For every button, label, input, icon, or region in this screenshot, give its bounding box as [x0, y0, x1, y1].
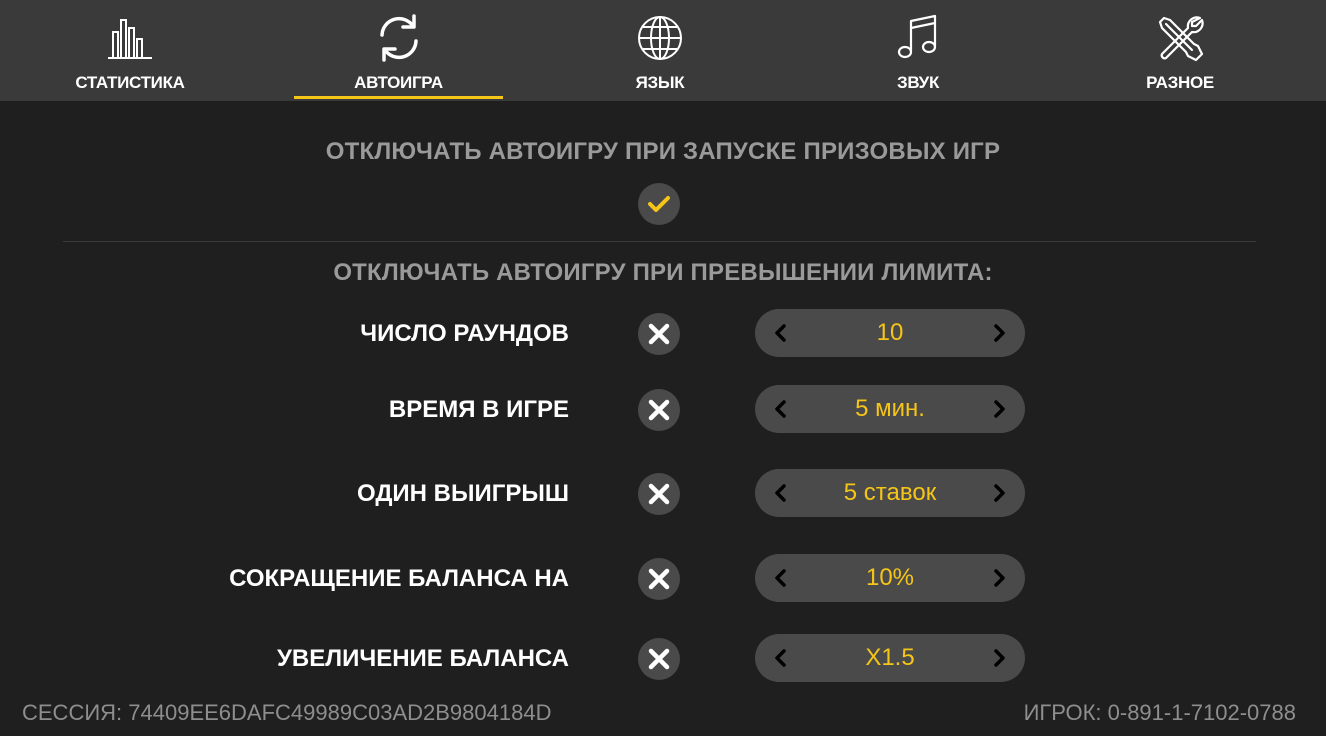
stepper-value: 5 мин.	[855, 395, 925, 422]
chevron-left-icon	[775, 649, 786, 667]
limits-title: ОТКЛЮЧАТЬ АВТОИГРУ ПРИ ПРЕВЫШЕНИИ ЛИМИТА…	[333, 259, 993, 286]
music-note-icon	[892, 12, 944, 64]
chevron-right-icon	[994, 324, 1005, 342]
limit-label: УВЕЛИЧЕНИЕ БАЛАНСА	[276, 645, 569, 672]
globe-icon	[634, 12, 686, 64]
limit-stepper: 10%	[755, 554, 1025, 602]
settings-tab-bar: СТАТИСТИКА АВТОИГРА ЯЗЫК ЗВУК РАЗНОЕ	[0, 0, 1326, 101]
limit-row-rounds: ЧИСЛО РАУНДОВ 10	[0, 309, 1326, 359]
tab-label: ЯЗЫК	[635, 73, 685, 92]
limit-label: ВРЕМЯ В ИГРЕ	[388, 396, 569, 423]
increase-button[interactable]	[979, 554, 1019, 602]
section-divider	[63, 241, 1256, 242]
tab-sound[interactable]: ЗВУК	[818, 0, 1018, 101]
increase-button[interactable]	[979, 634, 1019, 682]
limit-row-balance-increase: УВЕЛИЧЕНИЕ БАЛАНСА X1.5	[0, 634, 1326, 684]
stepper-value: X1.5	[865, 644, 915, 671]
tab-label: РАЗНОЕ	[1146, 73, 1214, 92]
close-icon	[648, 648, 670, 670]
tab-label: СТАТИСТИКА	[75, 73, 185, 92]
chevron-left-icon	[775, 400, 786, 418]
close-icon	[648, 399, 670, 421]
tab-label: ЗВУК	[896, 73, 940, 92]
limit-toggle[interactable]	[638, 389, 680, 431]
limit-row-single-win: ОДИН ВЫИГРЫШ 5 ставок	[0, 469, 1326, 519]
tab-misc[interactable]: РАЗНОЕ	[1080, 0, 1280, 101]
tab-language[interactable]: ЯЗЫК	[560, 0, 760, 101]
tools-icon	[1154, 12, 1206, 64]
checkmark-icon	[648, 196, 670, 212]
increase-button[interactable]	[979, 469, 1019, 517]
chevron-right-icon	[994, 649, 1005, 667]
increase-button[interactable]	[979, 385, 1019, 433]
chevron-left-icon	[775, 569, 786, 587]
limit-toggle[interactable]	[638, 638, 680, 680]
increase-button[interactable]	[979, 309, 1019, 357]
session-id: СЕССИЯ: 74409EE6DAFC49989C03AD2B9804184D	[22, 700, 552, 725]
bar-chart-icon	[104, 12, 156, 64]
limit-stepper: 10	[755, 309, 1025, 357]
prize-games-title: ОТКЛЮЧАТЬ АВТОИГРУ ПРИ ЗАПУСКЕ ПРИЗОВЫХ …	[325, 138, 1001, 165]
limit-stepper: 5 мин.	[755, 385, 1025, 433]
chevron-right-icon	[994, 569, 1005, 587]
limit-toggle[interactable]	[638, 473, 680, 515]
close-icon	[648, 568, 670, 590]
tab-autoplay[interactable]: АВТОИГРА	[294, 0, 503, 101]
stepper-value: 10	[876, 319, 904, 346]
tab-label: АВТОИГРА	[354, 73, 443, 92]
limit-label: СОКРАЩЕНИЕ БАЛАНСА НА	[229, 565, 569, 592]
chevron-left-icon	[775, 484, 786, 502]
active-tab-indicator	[294, 96, 503, 99]
limit-label: ЧИСЛО РАУНДОВ	[360, 320, 569, 347]
limit-stepper: 5 ставок	[755, 469, 1025, 517]
refresh-icon	[373, 12, 425, 64]
close-icon	[648, 323, 670, 345]
chevron-right-icon	[994, 400, 1005, 418]
player-id: ИГРОК: 0-891-1-7102-0788	[1023, 700, 1296, 725]
limit-toggle[interactable]	[638, 558, 680, 600]
chevron-right-icon	[994, 484, 1005, 502]
stepper-value: 5 ставок	[843, 479, 937, 506]
limit-stepper: X1.5	[755, 634, 1025, 682]
chevron-left-icon	[775, 324, 786, 342]
close-icon	[648, 483, 670, 505]
limit-toggle[interactable]	[638, 313, 680, 355]
limit-label: ОДИН ВЫИГРЫШ	[356, 480, 569, 507]
tab-statistics[interactable]: СТАТИСТИКА	[30, 0, 230, 101]
prize-games-checkbox[interactable]	[638, 183, 680, 225]
limit-row-time: ВРЕМЯ В ИГРЕ 5 мин.	[0, 385, 1326, 435]
stepper-value: 10%	[865, 564, 915, 591]
limit-row-balance-decrease: СОКРАЩЕНИЕ БАЛАНСА НА 10%	[0, 554, 1326, 604]
